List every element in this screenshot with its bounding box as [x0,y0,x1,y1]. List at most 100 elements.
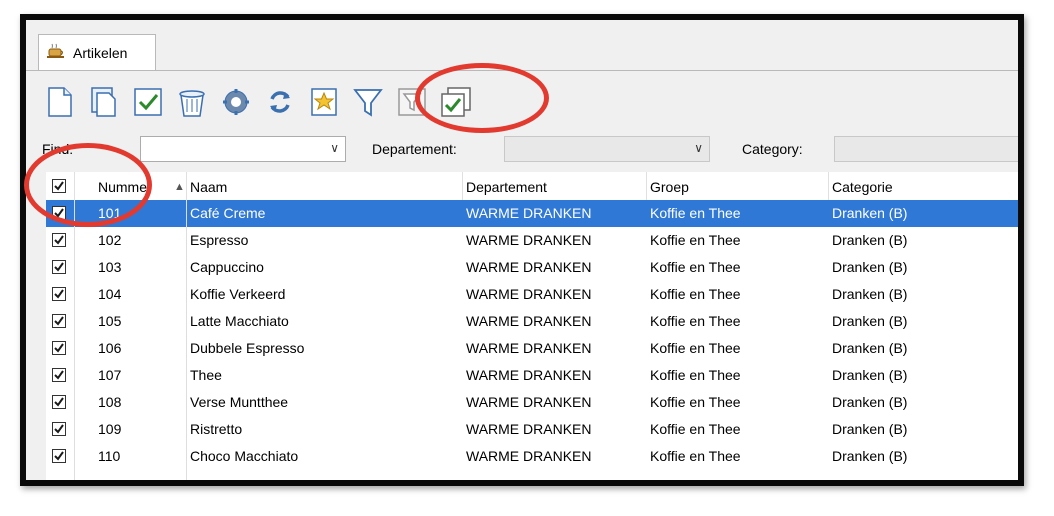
cell-categorie: Dranken (B) [832,394,908,410]
cell-categorie: Dranken (B) [832,259,908,275]
table-row[interactable]: 110 Choco Macchiato WARME DRANKEN Koffie en… [46,443,1018,470]
cell-naam: Café Creme [190,205,266,221]
cell-categorie: Dranken (B) [832,448,908,464]
cell-nummer: 109 [98,421,122,437]
cell-groep: Koffie en Thee [650,232,741,248]
tab-artikelen[interactable]: Artikelen [38,34,156,70]
row-checkbox[interactable] [52,260,66,274]
cell-naam: Verse Muntthee [190,394,289,410]
cell-departement: WARME DRANKEN [466,421,592,437]
copy-button[interactable] [88,85,120,119]
coffee-cup-icon [47,43,65,62]
departement-combobox[interactable]: ∨ [504,136,710,162]
favorite-icon [311,88,337,116]
chevron-down-icon: ∨ [330,141,339,155]
trash-icon [179,90,205,117]
row-checkbox[interactable] [52,422,66,436]
cell-departement: WARME DRANKEN [466,286,592,302]
new-button[interactable] [44,85,76,119]
table-row[interactable]: 104 Koffie Verkeerd WARME DRANKEN Koffie en… [46,281,1018,308]
filter-row: Find: ∨ Departement: ∨ Category: [26,134,1018,164]
cell-groep: Koffie en Thee [650,286,741,302]
row-checkbox[interactable] [52,449,66,463]
delete-button[interactable] [176,85,208,119]
cell-categorie: Dranken (B) [832,286,908,302]
toolbar [44,82,472,122]
category-label: Category: [742,141,803,157]
cell-nummer: 103 [98,259,122,275]
cell-departement: WARME DRANKEN [466,448,592,464]
tab-label: Artikelen [73,44,128,61]
column-header-categorie[interactable]: Categorie [832,179,893,195]
cell-nummer: 107 [98,367,122,383]
articles-table: Nummer ▲ Naam Departement Groep Categori… [46,172,1018,480]
table-row[interactable]: 109 Ristretto WARME DRANKEN Koffie en Thee D… [46,416,1018,443]
cell-departement: WARME DRANKEN [466,340,592,356]
cell-groep: Koffie en Thee [650,448,741,464]
settings-icon [223,89,249,115]
filter-button[interactable] [352,85,384,119]
row-checkbox[interactable] [52,233,66,247]
row-checkbox[interactable] [52,287,66,301]
table-row[interactable]: 108 Verse Muntthee WARME DRANKEN Koffie en … [46,389,1018,416]
settings-button[interactable] [220,85,252,119]
cell-departement: WARME DRANKEN [466,367,592,383]
cell-categorie: Dranken (B) [832,232,908,248]
cell-naam: Ristretto [190,421,243,437]
table-row[interactable]: 103 Cappuccino WARME DRANKEN Koffie en Thee… [46,254,1018,281]
column-header-departement[interactable]: Departement [466,179,547,195]
cell-departement: WARME DRANKEN [466,205,592,221]
cell-departement: WARME DRANKEN [466,232,592,248]
cell-naam: Dubbele Espresso [190,340,305,356]
cell-categorie: Dranken (B) [832,205,908,221]
table-row[interactable]: 106 Dubbele Espresso WARME DRANKEN Koffie e… [46,335,1018,362]
table-row[interactable]: 107 Thee WARME DRANKEN Koffie en Thee Dranke… [46,362,1018,389]
cell-groep: Koffie en Thee [650,340,741,356]
cell-groep: Koffie en Thee [650,367,741,383]
approve-button[interactable] [132,85,164,119]
cell-groep: Koffie en Thee [650,205,741,221]
refresh-button[interactable] [264,85,296,119]
copy-document-icon [91,87,116,117]
cell-nummer: 105 [98,313,122,329]
refresh-icon [270,91,290,113]
cell-nummer: 106 [98,340,122,356]
cell-groep: Koffie en Thee [650,313,741,329]
filter-icon [353,89,383,117]
table-header: Nummer ▲ Naam Departement Groep Categori… [46,172,1018,201]
annotation-circle-checkbox [24,143,152,227]
cell-groep: Koffie en Thee [650,421,741,437]
cell-naam: Espresso [190,232,249,248]
row-checkbox[interactable] [52,314,66,328]
sort-ascending-icon: ▲ [174,181,185,193]
cell-naam: Thee [190,367,222,383]
cell-categorie: Dranken (B) [832,367,908,383]
tab-bar: Artikelen [26,20,1018,72]
cell-naam: Latte Macchiato [190,313,289,329]
cell-nummer: 104 [98,286,122,302]
new-document-icon [48,87,72,117]
row-checkbox[interactable] [52,395,66,409]
departement-label: Departement: [372,141,457,157]
table-row[interactable]: 101 Café Creme WARME DRANKEN Koffie en Thee… [46,200,1018,227]
find-combobox[interactable]: ∨ [140,136,346,162]
cell-groep: Koffie en Thee [650,259,741,275]
cell-groep: Koffie en Thee [650,394,741,410]
cell-departement: WARME DRANKEN [466,259,592,275]
row-checkbox[interactable] [52,341,66,355]
annotation-circle-toolbar [415,63,549,133]
row-checkbox[interactable] [52,368,66,382]
cell-categorie: Dranken (B) [832,313,908,329]
table-row[interactable]: 105 Latte Macchiato WARME DRANKEN Koffie en… [46,308,1018,335]
cell-categorie: Dranken (B) [832,340,908,356]
column-header-naam[interactable]: Naam [190,179,227,195]
cell-categorie: Dranken (B) [832,421,908,437]
category-combobox[interactable] [834,136,1018,162]
favorite-button[interactable] [308,85,340,119]
table-row[interactable]: 102 Espresso WARME DRANKEN Koffie en Thee Dr… [46,227,1018,254]
cell-naam: Cappuccino [190,259,264,275]
cell-naam: Koffie Verkeerd [190,286,286,302]
column-header-groep[interactable]: Groep [650,179,689,195]
cell-departement: WARME DRANKEN [466,313,592,329]
cell-nummer: 110 [98,448,121,464]
